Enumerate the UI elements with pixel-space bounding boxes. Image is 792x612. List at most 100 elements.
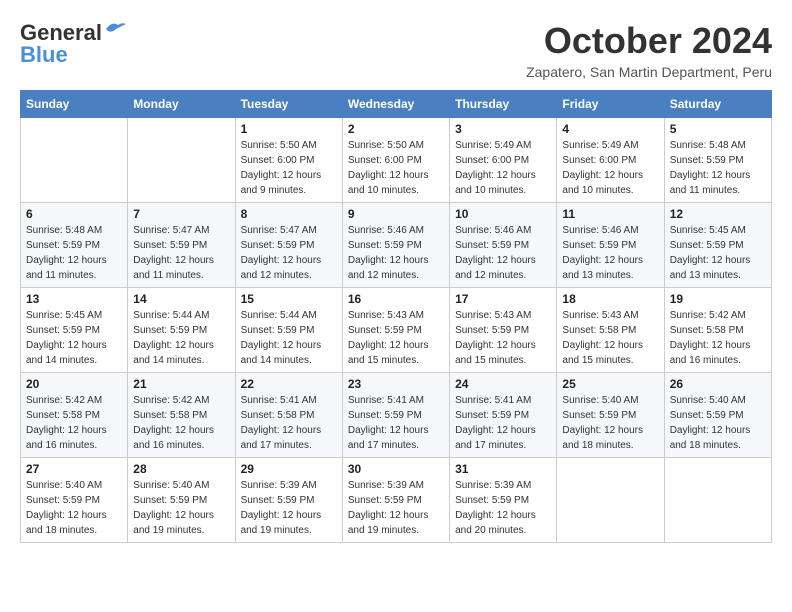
- day-number: 12: [670, 207, 766, 221]
- weekday-header-row: SundayMondayTuesdayWednesdayThursdayFrid…: [21, 91, 772, 118]
- day-detail: Sunrise: 5:43 AM Sunset: 5:58 PM Dayligh…: [562, 308, 658, 368]
- calendar-cell: 21 Sunrise: 5:42 AM Sunset: 5:58 PM Dayli…: [128, 373, 235, 458]
- calendar-cell: 2Sunrise: 5:50 AM Sunset: 6:00 PM Daylig…: [342, 118, 449, 203]
- day-detail: Sunrise: 5:48 AM Sunset: 5:59 PM Dayligh…: [26, 223, 122, 283]
- day-number: 8: [241, 207, 337, 221]
- day-detail: Sunrise: 5:39 AM Sunset: 5:59 PM Dayligh…: [455, 478, 551, 538]
- calendar-cell: [21, 118, 128, 203]
- calendar-cell: 17 Sunrise: 5:43 AM Sunset: 5:59 PM Dayli…: [450, 288, 557, 373]
- day-detail: Sunrise: 5:41 AM Sunset: 5:59 PM Dayligh…: [455, 393, 551, 453]
- day-detail: Sunrise: 5:40 AM Sunset: 5:59 PM Dayligh…: [133, 478, 229, 538]
- calendar-cell: 4Sunrise: 5:49 AM Sunset: 6:00 PM Daylig…: [557, 118, 664, 203]
- day-detail: Sunrise: 5:41 AM Sunset: 5:59 PM Dayligh…: [348, 393, 444, 453]
- calendar-cell: 6 Sunrise: 5:48 AM Sunset: 5:59 PM Daylig…: [21, 203, 128, 288]
- day-number: 22: [241, 377, 337, 391]
- week-row-1: 1 Sunrise: 5:50 AM Sunset: 6:00 PM Daylig…: [21, 118, 772, 203]
- month-title: October 2024: [526, 20, 772, 62]
- calendar-cell: 1 Sunrise: 5:50 AM Sunset: 6:00 PM Daylig…: [235, 118, 342, 203]
- day-number: 15: [241, 292, 337, 306]
- week-row-2: 6 Sunrise: 5:48 AM Sunset: 5:59 PM Daylig…: [21, 203, 772, 288]
- calendar-table: SundayMondayTuesdayWednesdayThursdayFrid…: [20, 90, 772, 543]
- calendar-cell: [664, 458, 771, 543]
- weekday-header-monday: Monday: [128, 91, 235, 118]
- day-detail: Sunrise: 5:50 AM Sunset: 6:00 PM Dayligh…: [241, 138, 337, 198]
- calendar-cell: 22 Sunrise: 5:41 AM Sunset: 5:58 PM Dayli…: [235, 373, 342, 458]
- day-detail: Sunrise: 5:44 AM Sunset: 5:59 PM Dayligh…: [241, 308, 337, 368]
- day-number: 25: [562, 377, 658, 391]
- day-number: 9: [348, 207, 444, 221]
- week-row-4: 20 Sunrise: 5:42 AM Sunset: 5:58 PM Dayli…: [21, 373, 772, 458]
- title-section: October 2024 Zapatero, San Martin Depart…: [526, 20, 772, 80]
- weekday-header-thursday: Thursday: [450, 91, 557, 118]
- location: Zapatero, San Martin Department, Peru: [526, 64, 772, 80]
- calendar-cell: 28 Sunrise: 5:40 AM Sunset: 5:59 PM Dayli…: [128, 458, 235, 543]
- day-number: 2: [348, 122, 444, 136]
- day-number: 1: [241, 122, 337, 136]
- day-number: 3: [455, 122, 551, 136]
- calendar-cell: 16 Sunrise: 5:43 AM Sunset: 5:59 PM Dayli…: [342, 288, 449, 373]
- day-number: 14: [133, 292, 229, 306]
- day-detail: Sunrise: 5:49 AM Sunset: 6:00 PM Dayligh…: [455, 138, 551, 198]
- day-number: 18: [562, 292, 658, 306]
- calendar-cell: [557, 458, 664, 543]
- day-detail: Sunrise: 5:42 AM Sunset: 5:58 PM Dayligh…: [670, 308, 766, 368]
- day-detail: Sunrise: 5:40 AM Sunset: 5:59 PM Dayligh…: [26, 478, 122, 538]
- day-number: 17: [455, 292, 551, 306]
- day-detail: Sunrise: 5:43 AM Sunset: 5:59 PM Dayligh…: [455, 308, 551, 368]
- calendar-cell: 5Sunrise: 5:48 AM Sunset: 5:59 PM Daylig…: [664, 118, 771, 203]
- calendar-cell: 19 Sunrise: 5:42 AM Sunset: 5:58 PM Dayli…: [664, 288, 771, 373]
- calendar-cell: 20 Sunrise: 5:42 AM Sunset: 5:58 PM Dayli…: [21, 373, 128, 458]
- weekday-header-sunday: Sunday: [21, 91, 128, 118]
- calendar-cell: 23 Sunrise: 5:41 AM Sunset: 5:59 PM Dayli…: [342, 373, 449, 458]
- day-detail: Sunrise: 5:43 AM Sunset: 5:59 PM Dayligh…: [348, 308, 444, 368]
- calendar-cell: 24 Sunrise: 5:41 AM Sunset: 5:59 PM Dayli…: [450, 373, 557, 458]
- logo: General Blue: [20, 20, 126, 68]
- calendar-cell: 25 Sunrise: 5:40 AM Sunset: 5:59 PM Dayli…: [557, 373, 664, 458]
- calendar-cell: 7Sunrise: 5:47 AM Sunset: 5:59 PM Daylig…: [128, 203, 235, 288]
- day-number: 6: [26, 207, 122, 221]
- calendar-cell: 29Sunrise: 5:39 AM Sunset: 5:59 PM Dayli…: [235, 458, 342, 543]
- day-detail: Sunrise: 5:42 AM Sunset: 5:58 PM Dayligh…: [26, 393, 122, 453]
- day-detail: Sunrise: 5:46 AM Sunset: 5:59 PM Dayligh…: [348, 223, 444, 283]
- weekday-header-saturday: Saturday: [664, 91, 771, 118]
- weekday-header-tuesday: Tuesday: [235, 91, 342, 118]
- page-header: General Blue October 2024 Zapatero, San …: [20, 20, 772, 80]
- day-number: 16: [348, 292, 444, 306]
- day-number: 28: [133, 462, 229, 476]
- day-number: 20: [26, 377, 122, 391]
- weekday-header-friday: Friday: [557, 91, 664, 118]
- day-number: 7: [133, 207, 229, 221]
- day-detail: Sunrise: 5:41 AM Sunset: 5:58 PM Dayligh…: [241, 393, 337, 453]
- calendar-cell: 9 Sunrise: 5:46 AM Sunset: 5:59 PM Daylig…: [342, 203, 449, 288]
- day-number: 10: [455, 207, 551, 221]
- calendar-cell: 18 Sunrise: 5:43 AM Sunset: 5:58 PM Dayli…: [557, 288, 664, 373]
- calendar-cell: 12Sunrise: 5:45 AM Sunset: 5:59 PM Dayli…: [664, 203, 771, 288]
- day-number: 23: [348, 377, 444, 391]
- day-detail: Sunrise: 5:48 AM Sunset: 5:59 PM Dayligh…: [670, 138, 766, 198]
- day-detail: Sunrise: 5:39 AM Sunset: 5:59 PM Dayligh…: [348, 478, 444, 538]
- day-number: 21: [133, 377, 229, 391]
- day-number: 4: [562, 122, 658, 136]
- day-detail: Sunrise: 5:39 AM Sunset: 5:59 PM Dayligh…: [241, 478, 337, 538]
- logo-text-blue: Blue: [20, 42, 68, 68]
- day-number: 31: [455, 462, 551, 476]
- calendar-cell: 15 Sunrise: 5:44 AM Sunset: 5:59 PM Dayli…: [235, 288, 342, 373]
- day-detail: Sunrise: 5:42 AM Sunset: 5:58 PM Dayligh…: [133, 393, 229, 453]
- calendar-cell: 3 Sunrise: 5:49 AM Sunset: 6:00 PM Daylig…: [450, 118, 557, 203]
- calendar-cell: 13Sunrise: 5:45 AM Sunset: 5:59 PM Dayli…: [21, 288, 128, 373]
- day-number: 24: [455, 377, 551, 391]
- day-number: 26: [670, 377, 766, 391]
- week-row-3: 13Sunrise: 5:45 AM Sunset: 5:59 PM Dayli…: [21, 288, 772, 373]
- calendar-cell: 14 Sunrise: 5:44 AM Sunset: 5:59 PM Dayli…: [128, 288, 235, 373]
- day-detail: Sunrise: 5:44 AM Sunset: 5:59 PM Dayligh…: [133, 308, 229, 368]
- calendar-cell: [128, 118, 235, 203]
- logo-bird-icon: [104, 21, 126, 37]
- calendar-cell: 26Sunrise: 5:40 AM Sunset: 5:59 PM Dayli…: [664, 373, 771, 458]
- calendar-cell: 31 Sunrise: 5:39 AM Sunset: 5:59 PM Dayli…: [450, 458, 557, 543]
- day-detail: Sunrise: 5:40 AM Sunset: 5:59 PM Dayligh…: [562, 393, 658, 453]
- day-number: 27: [26, 462, 122, 476]
- day-number: 13: [26, 292, 122, 306]
- calendar-cell: 11Sunrise: 5:46 AM Sunset: 5:59 PM Dayli…: [557, 203, 664, 288]
- day-number: 19: [670, 292, 766, 306]
- weekday-header-wednesday: Wednesday: [342, 91, 449, 118]
